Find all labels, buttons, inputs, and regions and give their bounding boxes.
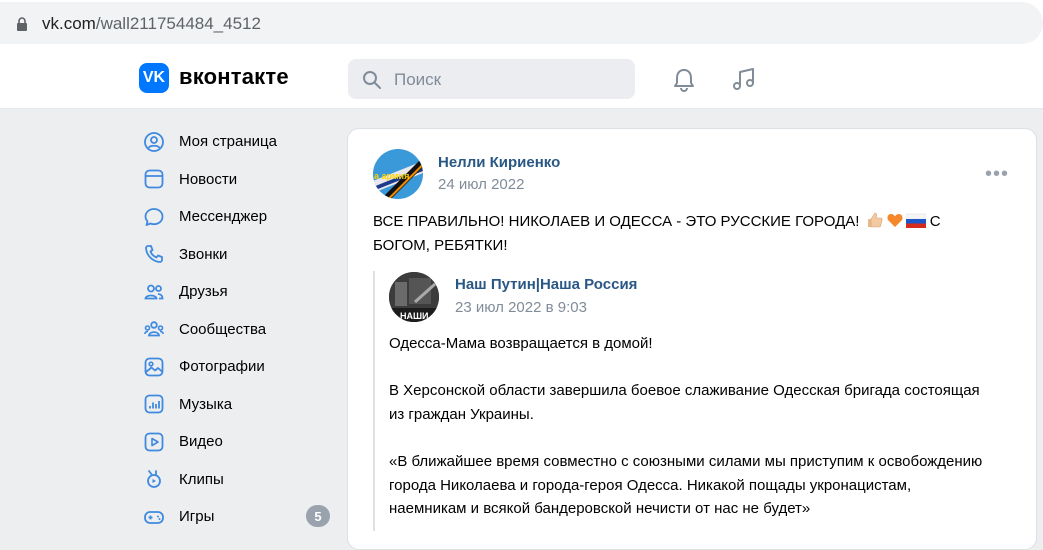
sidebar-item-video[interactable]: Видео [140,423,340,461]
browser-toolbar: vk.com/wall211754484_4512 [0,0,1043,46]
sidebar-item-calls[interactable]: Звонки [140,236,340,274]
url-path: /wall211754484_4512 [95,14,261,33]
music-icon [142,392,166,416]
profile-icon [142,130,166,154]
post-author-avatar[interactable]: а армия [373,149,423,199]
sidebar-item-music[interactable]: Музыка [140,386,340,424]
sidebar-item-label: Игры [179,508,215,526]
sidebar-item-clips[interactable]: Клипы [140,461,340,499]
post-date[interactable]: 24 июл 2022 [438,176,524,193]
sidebar-item-my-page[interactable]: Моя страница [140,123,340,161]
repost-author-avatar[interactable]: НАШИ [389,272,439,322]
search-box[interactable] [348,59,635,101]
sidebar-item-label: Музыка [179,395,233,413]
sidebar-item-messenger[interactable]: Мессенджер [140,198,340,236]
sidebar-item-games[interactable]: Игры 5 [140,498,340,536]
friends-icon [142,280,166,304]
left-sidebar-nav: Моя страница Новости Мессенджер Звонки Д… [140,123,340,536]
music-player-icon[interactable] [730,66,758,94]
sidebar-item-label: Мессенджер [179,208,268,226]
vk-logo-icon[interactable]: VK [139,63,169,93]
repost-date[interactable]: 23 июл 2022 в 9:03 [455,299,587,316]
avatar-text: а армия [374,171,409,181]
clips-icon [142,467,166,491]
repost-paragraph: Одесса-Мама возвращается в домой! [389,335,653,352]
photos-icon [142,355,166,379]
sidebar-item-label: Моя страница [179,133,277,151]
more-options-icon[interactable]: ••• [985,163,1009,186]
games-icon [142,505,166,529]
url-host: vk.com [42,14,96,33]
address-bar[interactable]: vk.com/wall211754484_4512 [0,2,1043,44]
sidebar-item-friends[interactable]: Друзья [140,273,340,311]
brand-name[interactable]: вконтакте [179,64,289,90]
post-text: ВСЕ ПРАВИЛЬНО! НИКОЛАЕВ И ОДЕССА - ЭТО Р… [373,210,983,258]
repost-divider [373,271,375,531]
sidebar-item-label: Новости [179,170,238,188]
sidebar-item-photos[interactable]: Фотографии [140,348,340,386]
sidebar-item-label: Друзья [179,283,228,301]
lock-icon [17,17,27,31]
phone-icon [142,242,166,266]
repost-paragraph: «В ближайшее время совместно с союзными … [389,453,983,517]
sidebar-item-label: Фотографии [179,358,265,376]
sidebar-item-news[interactable]: Новости [140,161,340,199]
games-counter-badge: 5 [306,505,330,527]
avatar-text: НАШИ [400,311,429,321]
search-icon [363,71,381,89]
thumbs-up-icon [867,212,883,228]
messenger-icon [142,205,166,229]
notifications-bell-icon[interactable] [670,66,698,94]
repost-author-name[interactable]: Наш Путин|Наша Россия [455,276,637,293]
video-icon [142,430,166,454]
news-icon [142,167,166,191]
url-text[interactable]: vk.com/wall211754484_4512 [42,14,261,34]
communities-icon [142,317,166,341]
post-author-name[interactable]: Нелли Кириенко [438,154,560,171]
search-input[interactable] [392,59,626,101]
sidebar-item-label: Клипы [179,470,224,488]
repost-paragraph: В Херсонской области завершила боевое сл… [389,382,980,423]
sidebar-item-label: Сообщества [179,320,267,338]
heart-icon [887,214,903,227]
post-text-line1: ВСЕ ПРАВИЛЬНО! НИКОЛАЕВ И ОДЕССА - ЭТО Р… [373,213,860,230]
sidebar-item-communities[interactable]: Сообщества [140,311,340,349]
sidebar-item-label: Звонки [179,245,228,263]
russian-flag-icon [905,213,926,228]
sidebar-item-label: Видео [179,433,223,451]
